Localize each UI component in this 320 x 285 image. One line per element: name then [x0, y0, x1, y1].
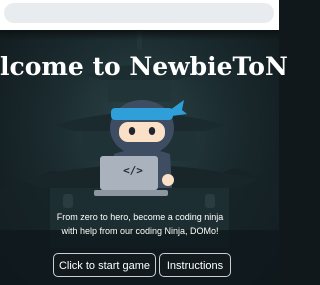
lantern-icon: [205, 190, 215, 208]
description-line-1: From zero to hero, become a coding ninja: [56, 212, 224, 222]
description: From zero to hero, become a coding ninja…: [40, 210, 240, 238]
laptop-code-glyph: </>: [123, 164, 143, 177]
address-bar[interactable]: [4, 3, 274, 23]
description-line-2: with help from our coding Ninja, DOMo!: [61, 226, 219, 236]
header-shadow: [0, 30, 279, 40]
page-title: lcome to NewbieToN: [0, 52, 288, 81]
lantern-icon: [63, 190, 73, 208]
laptop-icon: [94, 156, 168, 196]
instructions-button[interactable]: Instructions: [159, 253, 231, 277]
start-game-button[interactable]: Click to start game: [53, 253, 156, 277]
browser-chrome: [0, 0, 279, 30]
